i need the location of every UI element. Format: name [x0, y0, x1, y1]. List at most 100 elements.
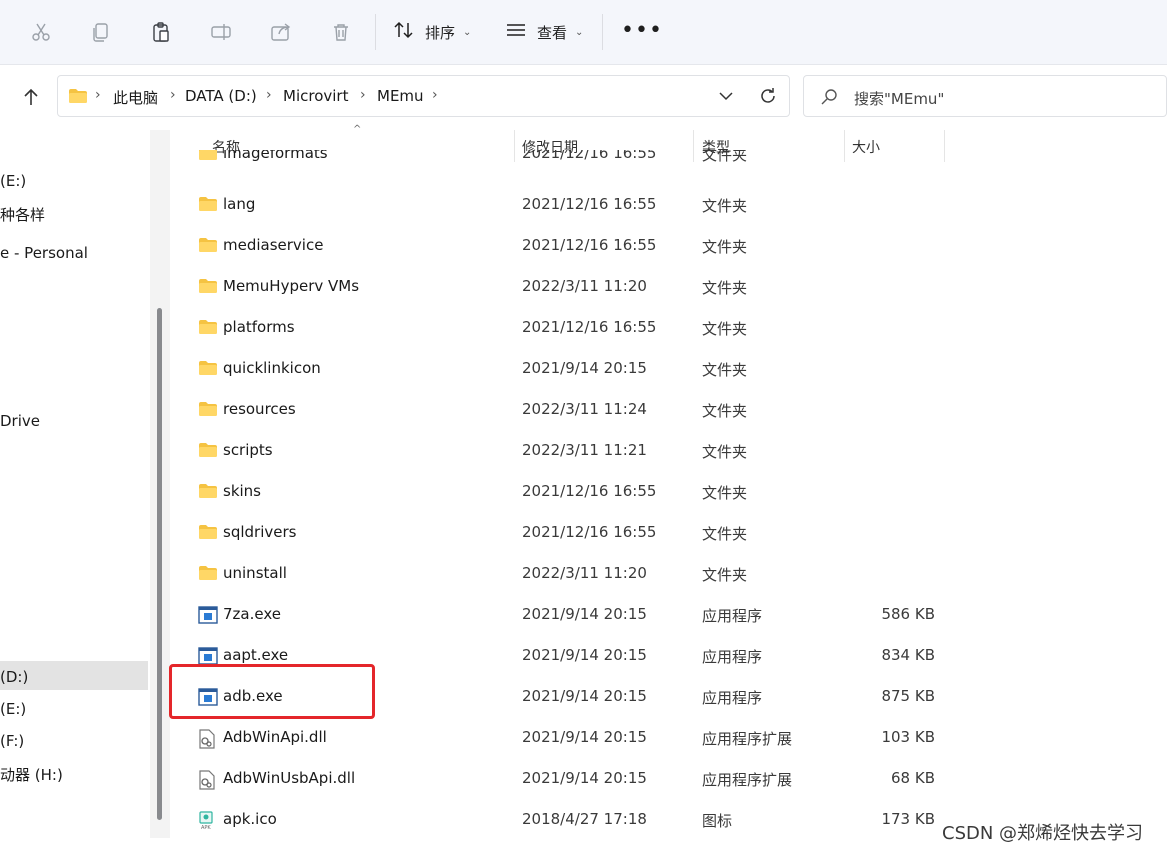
file-name: sqldrivers	[223, 523, 297, 541]
breadcrumb-item[interactable]: 此电脑	[113, 87, 158, 108]
file-date: 2021/12/16 16:55	[522, 523, 657, 541]
table-row[interactable]: AdbWinUsbApi.dll 2021/9/14 20:15 应用程序扩展 68 …	[190, 758, 950, 799]
address-bar[interactable]: › 此电脑 › DATA (D:) › Microvirt › MEmu ›	[57, 75, 790, 117]
file-date: 2021/12/16 16:55	[522, 195, 657, 213]
file-date: 2021/9/14 20:15	[522, 359, 647, 377]
chevron-right-icon[interactable]: ›	[432, 87, 438, 103]
nav-item-drive[interactable]: Drive	[0, 412, 40, 430]
paste-icon[interactable]	[146, 17, 176, 47]
folder-icon	[198, 360, 218, 380]
nav-item-drive-h[interactable]: 动器 (H:)	[0, 764, 63, 785]
search-input[interactable]: 搜索"MEmu"	[854, 88, 944, 109]
file-type: 文件夹	[702, 197, 748, 215]
file-type: 应用程序扩展	[702, 730, 793, 748]
toolbar-divider	[375, 14, 376, 50]
breadcrumb-item[interactable]: MEmu	[377, 87, 424, 105]
folder-icon	[198, 237, 218, 257]
table-row[interactable]: skins 2021/12/16 16:55 文件夹	[190, 471, 950, 512]
table-row[interactable]: 7za.exe 2021/9/14 20:15 应用程序 586 KB	[190, 594, 950, 635]
table-row[interactable]: mediaservice 2021/12/16 16:55 文件夹	[190, 225, 950, 266]
file-name: platforms	[223, 318, 295, 336]
table-row[interactable]: quicklinkicon 2021/9/14 20:15 文件夹	[190, 348, 950, 389]
chevron-right-icon[interactable]: ›	[360, 87, 366, 103]
chevron-right-icon[interactable]: ›	[170, 87, 176, 103]
share-icon[interactable]	[266, 17, 296, 47]
file-name: 7za.exe	[223, 605, 281, 623]
refresh-icon[interactable]	[758, 86, 778, 110]
folder-icon	[68, 88, 88, 108]
command-bar: 排序 ⌄ 查看 ⌄ •••	[0, 0, 1167, 65]
up-arrow-button[interactable]	[16, 82, 46, 112]
breadcrumb-item[interactable]: Microvirt	[283, 87, 348, 105]
file-type: 文件夹	[702, 484, 748, 502]
folder-icon	[198, 278, 218, 298]
table-row[interactable]: sqldrivers 2021/12/16 16:55 文件夹	[190, 512, 950, 553]
toolbar-divider	[602, 14, 603, 50]
file-date: 2021/9/14 20:15	[522, 646, 647, 664]
table-row[interactable]: imageformats 2021/12/16 16:55 文件夹	[190, 150, 950, 172]
file-date: 2021/12/16 16:55	[522, 236, 657, 254]
file-type: 文件夹	[702, 525, 748, 543]
sort-button[interactable]: 排序 ⌄	[393, 16, 471, 48]
file-name: AdbWinUsbApi.dll	[223, 769, 356, 787]
file-type: 图标	[702, 812, 733, 830]
dll-icon	[198, 770, 216, 794]
table-row[interactable]: APK apk.ico 2018/4/27 17:18 图标 173 KB	[190, 799, 950, 840]
nav-item-onedrive-personal[interactable]: e - Personal	[0, 244, 88, 262]
nav-item-drive-e[interactable]: (E:)	[0, 172, 26, 190]
rename-icon[interactable]	[206, 17, 236, 47]
search-box[interactable]: 搜索"MEmu"	[803, 75, 1167, 117]
svg-text:APK: APK	[201, 825, 211, 831]
folder-icon	[198, 442, 218, 462]
breadcrumb-item[interactable]: DATA (D:)	[185, 87, 257, 105]
table-row[interactable]: lang 2021/12/16 16:55 文件夹	[190, 184, 950, 225]
file-size: 875 KB	[881, 687, 935, 705]
scissors-icon[interactable]	[26, 17, 56, 47]
search-icon	[820, 88, 838, 110]
file-size: 173 KB	[881, 810, 935, 828]
table-row[interactable]: platforms 2021/12/16 16:55 文件夹	[190, 307, 950, 348]
file-name: scripts	[223, 441, 273, 459]
folder-icon	[198, 196, 218, 216]
table-row[interactable]: uninstall 2022/3/11 11:20 文件夹	[190, 553, 950, 594]
file-name: skins	[223, 482, 261, 500]
file-type: 文件夹	[702, 402, 748, 420]
file-name: MemuHyperv VMs	[223, 277, 360, 295]
nav-item-folder[interactable]: 种各样	[0, 204, 45, 225]
more-options-button[interactable]: •••	[621, 20, 663, 42]
chevron-right-icon[interactable]: ›	[266, 87, 272, 103]
file-size: 586 KB	[881, 605, 935, 623]
watermark: CSDN @郑烯烃快去学习	[942, 823, 1144, 844]
ico-file-icon: APK	[198, 811, 216, 835]
nav-item-drive-e2[interactable]: (E:)	[0, 700, 26, 718]
nav-item-drive-d[interactable]: (D:)	[0, 668, 28, 686]
file-type: 应用程序	[702, 689, 763, 707]
file-type: 文件夹	[702, 150, 748, 164]
table-row[interactable]: MemuHyperv VMs 2022/3/11 11:20 文件夹	[190, 266, 950, 307]
scrollbar-thumb[interactable]	[157, 308, 162, 820]
nav-item-drive-f[interactable]: (F:)	[0, 732, 24, 750]
file-date: 2018/4/27 17:18	[522, 810, 647, 828]
file-type: 应用程序	[702, 648, 763, 666]
file-name: resources	[223, 400, 296, 418]
file-type: 应用程序扩展	[702, 771, 793, 789]
folder-icon	[198, 319, 218, 339]
copy-icon[interactable]	[86, 17, 116, 47]
folder-icon	[198, 150, 218, 165]
file-name: lang	[223, 195, 256, 213]
view-icon	[505, 19, 527, 45]
file-type: 文件夹	[702, 361, 748, 379]
folder-icon	[198, 401, 218, 421]
sort-icon	[393, 19, 415, 45]
file-type: 文件夹	[702, 238, 748, 256]
trash-icon[interactable]	[326, 17, 356, 47]
file-name: quicklinkicon	[223, 359, 321, 377]
chevron-down-icon[interactable]	[718, 88, 734, 108]
view-button[interactable]: 查看 ⌄	[505, 16, 583, 48]
table-row[interactable]: AdbWinApi.dll 2021/9/14 20:15 应用程序扩展 103 KB	[190, 717, 950, 758]
file-date: 2022/3/11 11:20	[522, 277, 647, 295]
table-row[interactable]: resources 2022/3/11 11:24 文件夹	[190, 389, 950, 430]
table-row[interactable]: scripts 2022/3/11 11:21 文件夹	[190, 430, 950, 471]
exe-icon	[198, 606, 218, 628]
folder-icon	[198, 524, 218, 544]
